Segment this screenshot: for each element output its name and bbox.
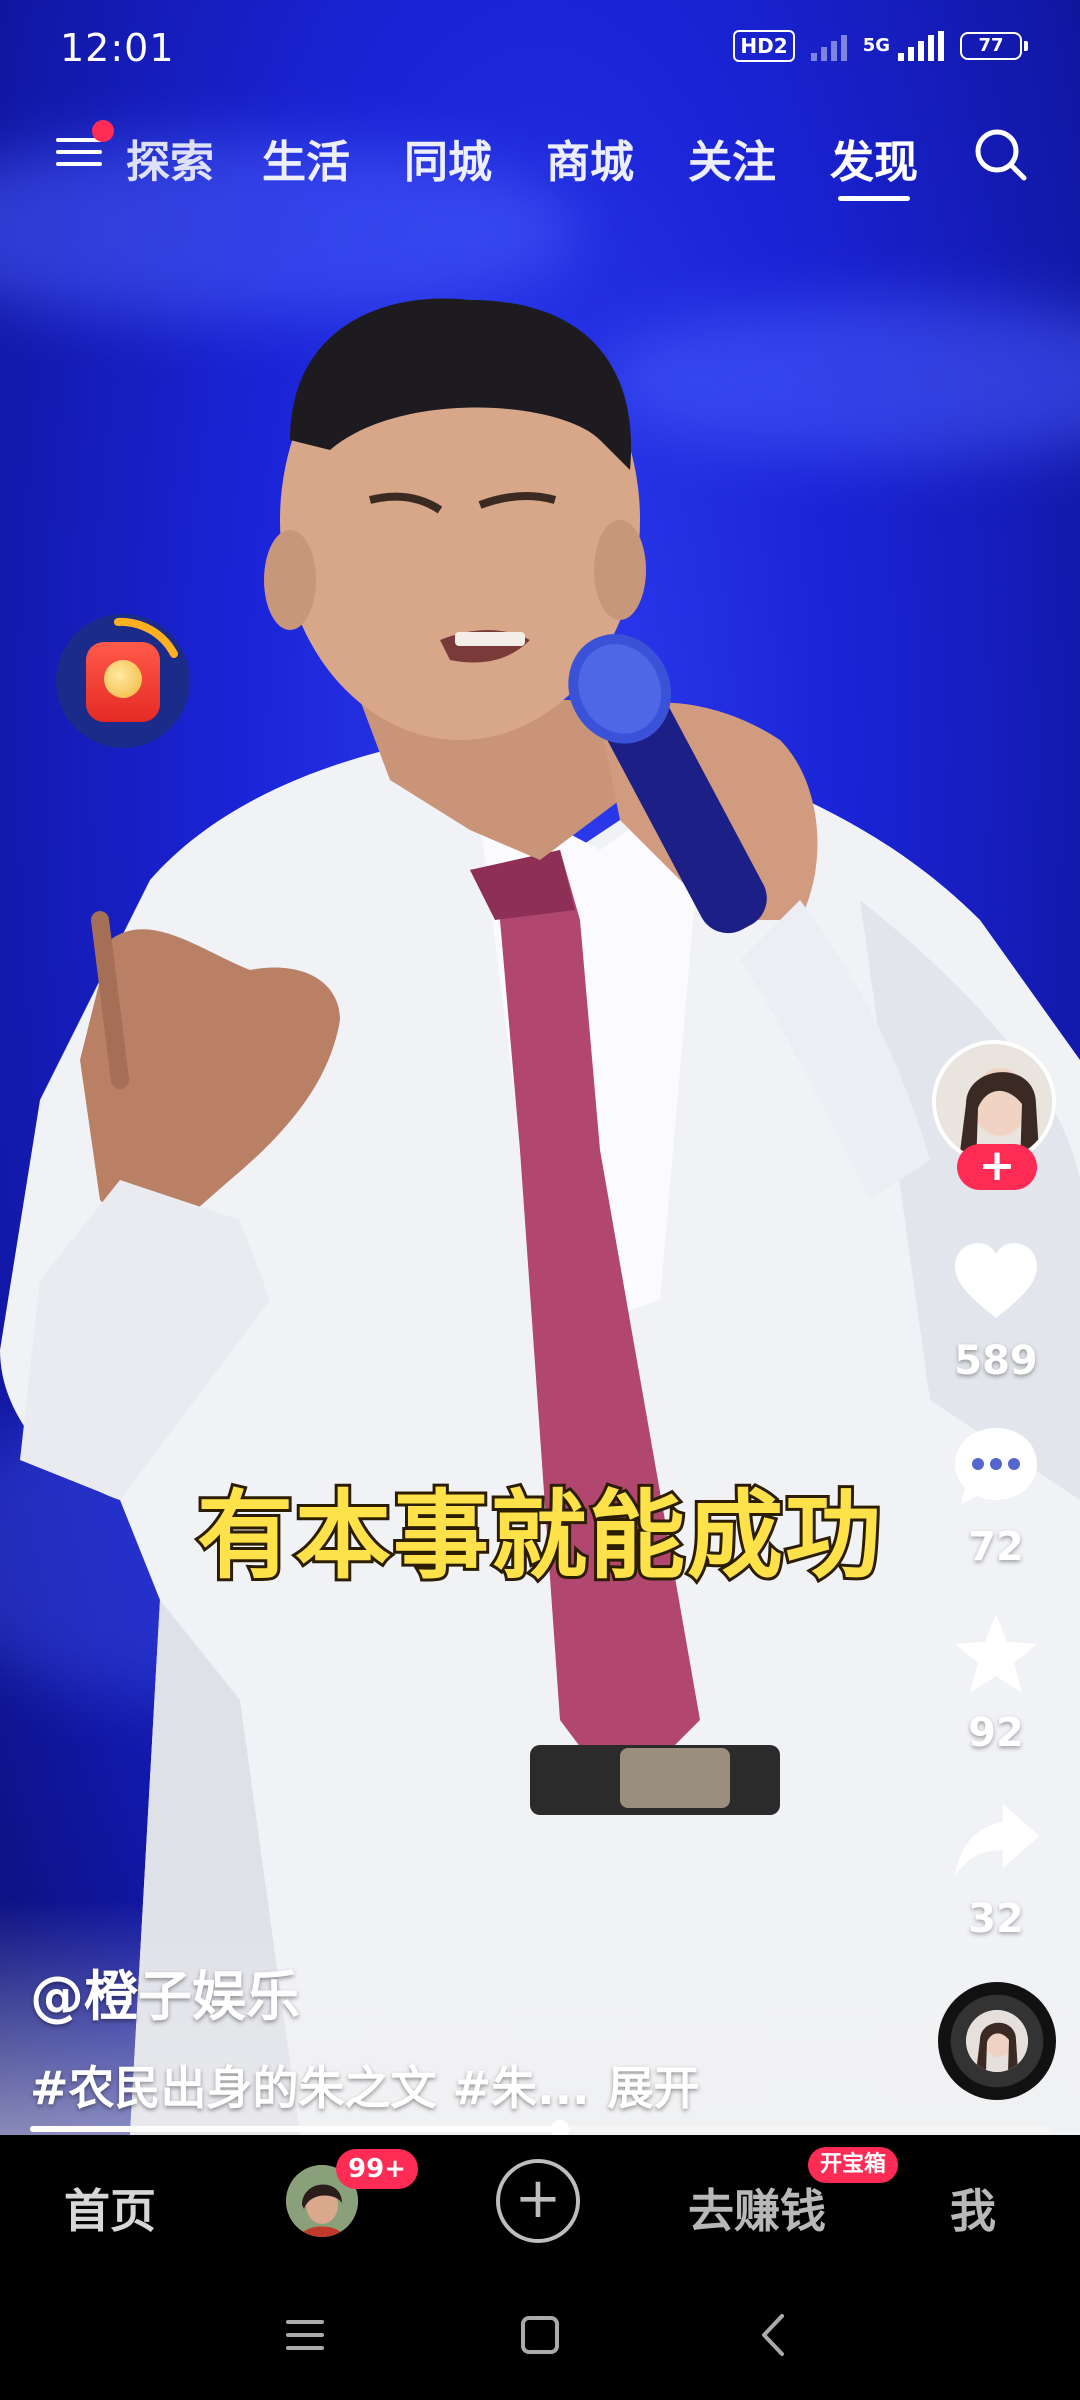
favorite-count: 92 [968,1710,1024,1756]
coin-icon [104,660,142,698]
friends-badge: 99+ [336,2149,418,2189]
music-cover [966,2010,1028,2072]
app-screen: 12:01 HD2 5G 77 探索 生活 同城 商城 关注 发现 + 589 … [0,0,1080,2400]
author-name[interactable]: @橙子娱乐 [30,1952,300,2031]
expand-link[interactable]: 展开 [608,2061,700,2115]
video-progress-bar[interactable] [30,2120,1050,2138]
tab-me[interactable]: 我 [950,2175,996,2241]
tab-local[interactable]: 同城 [404,126,492,190]
create-post-button[interactable]: + [496,2159,580,2243]
back-chevron-icon[interactable] [750,2310,800,2360]
favorite-star-icon[interactable] [951,1610,1041,1700]
follow-button[interactable]: + [957,1144,1037,1190]
tab-mall[interactable]: 商城 [546,126,634,190]
video-subtitle: 有本事就能成功 [194,1477,884,1595]
tab-life[interactable]: 生活 [262,126,350,190]
tab-earn[interactable]: 去赚钱 [688,2175,826,2241]
battery-level: 77 [978,35,1004,56]
tab-explore[interactable]: 探索 [126,126,214,190]
battery-icon: 77 [960,32,1028,60]
tab-following[interactable]: 关注 [688,126,776,190]
active-tab-indicator [838,196,910,201]
hd-badge: HD2 [733,30,795,62]
bottom-tab-bar: 首页 99+ + 去赚钱 开宝箱 我 [0,2135,1080,2270]
video-player[interactable] [0,0,1080,2135]
network-type-label: 5G [862,35,890,56]
top-nav: 探索 生活 同城 商城 关注 发现 [0,118,1080,201]
singer-figure [0,298,1080,2135]
status-bar: 12:01 HD2 5G 77 [0,0,1080,100]
notification-dot [92,120,114,142]
system-nav-bar [0,2270,1080,2400]
share-arrow-icon[interactable] [951,1796,1041,1886]
search-icon[interactable] [972,126,1028,182]
like-heart-icon[interactable] [951,1238,1041,1328]
recent-apps-icon[interactable] [280,2310,330,2360]
tab-home[interactable]: 首页 [64,2175,156,2241]
tab-discover[interactable]: 发现 [830,126,918,190]
video-description: #农民出身的朱之文 #朱... 展开 [30,2052,700,2118]
signal-icon-secondary [810,31,847,61]
treasure-badge: 开宝箱 [808,2147,899,2183]
progress-fill [30,2126,561,2132]
status-time: 12:01 [60,26,175,70]
like-count: 589 [954,1338,1038,1384]
status-icons: HD2 5G 77 [733,30,1028,62]
home-square-icon[interactable] [515,2310,565,2360]
signal-icon [898,31,944,61]
description-text[interactable]: #农民出身的朱之文 #朱... [30,2061,590,2115]
